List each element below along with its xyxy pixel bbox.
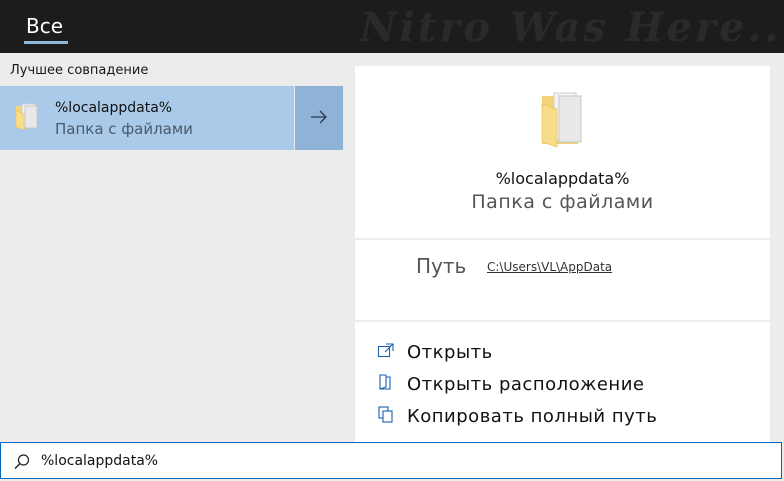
best-match-heading: Лучшее совпадение	[10, 63, 149, 78]
tab-active-indicator	[24, 41, 68, 44]
folder-icon	[14, 102, 40, 136]
open-location-icon	[377, 373, 395, 395]
top-bar: Nitro Was Here... Все	[0, 0, 784, 53]
action-open-location[interactable]: Открыть расположение	[377, 373, 644, 395]
expand-details-button[interactable]	[295, 86, 343, 150]
details-title: %localappdata%	[495, 169, 630, 188]
tab-all[interactable]: Все	[26, 14, 63, 42]
folder-large-icon	[540, 90, 586, 152]
best-match-subtitle: Папка с файлами	[55, 120, 193, 138]
divider	[355, 320, 770, 322]
wallpaper-watermark: Nitro Was Here...	[360, 4, 784, 51]
divider	[355, 238, 770, 240]
arrow-right-icon	[310, 109, 328, 128]
action-copy-path[interactable]: Копировать полный путь	[377, 405, 657, 427]
best-match-title: %localappdata%	[55, 100, 173, 116]
action-open-location-label: Открыть расположение	[407, 373, 645, 395]
path-link[interactable]: C:\Users\VL\AppData	[487, 260, 612, 274]
open-icon	[377, 342, 395, 362]
best-match-item[interactable]: %localappdata% Папка с файлами	[0, 86, 294, 150]
action-copy-path-label: Копировать полный путь	[407, 405, 658, 427]
details-pane: %localappdata% Папка с файлами Путь C:\U…	[355, 66, 770, 442]
action-open[interactable]: Открыть	[377, 341, 493, 363]
search-input[interactable]	[41, 449, 741, 473]
search-icon	[13, 453, 31, 475]
details-subtitle: Папка с файлами	[471, 191, 654, 213]
search-bar[interactable]	[0, 442, 782, 479]
results-pane: Лучшее совпадение %localappdata% Папка с…	[0, 53, 343, 442]
pane-gap	[343, 53, 355, 442]
copy-path-icon	[377, 405, 395, 427]
action-open-label: Открыть	[407, 341, 493, 363]
path-label: Путь	[416, 254, 467, 278]
